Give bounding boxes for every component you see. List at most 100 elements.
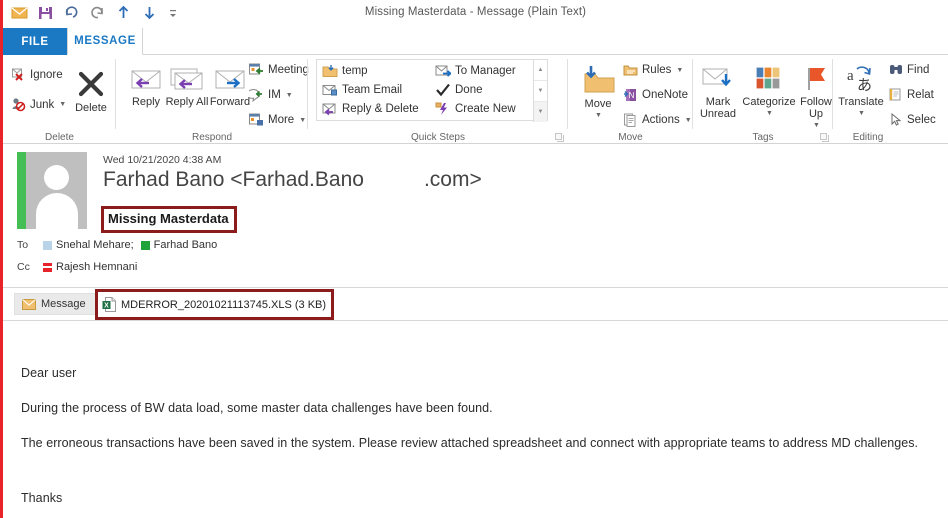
mark-unread-icon bbox=[701, 65, 735, 93]
svg-text:あ: あ bbox=[857, 77, 872, 93]
ribbon-tab-strip: FILE MESSAGE bbox=[3, 28, 948, 55]
chevron-down-icon: ▼ bbox=[858, 110, 865, 117]
rules-button[interactable]: Rules ▼ bbox=[623, 63, 683, 77]
outlook-message-window: Missing Masterdata - Message (Plain Text… bbox=[0, 0, 948, 518]
quick-step-temp[interactable]: temp bbox=[322, 64, 368, 78]
recipient-chip[interactable]: Snehal Mehare; bbox=[43, 239, 134, 251]
im-label: IM bbox=[268, 89, 281, 101]
categorize-button[interactable]: Categorize ▼ bbox=[741, 65, 797, 120]
translate-icon: a あ bbox=[844, 65, 878, 93]
quick-step-create-new-label: Create New bbox=[455, 103, 516, 115]
delete-x-icon bbox=[76, 69, 106, 99]
junk-button[interactable]: Junk ▼ bbox=[11, 97, 66, 112]
message-header: Wed 10/21/2020 4:38 AM Farhad Bano <Farh… bbox=[3, 144, 948, 284]
delete-label: Delete bbox=[75, 102, 107, 114]
meeting-label: Meeting bbox=[268, 64, 309, 76]
junk-icon bbox=[11, 97, 26, 112]
reply-all-label: Reply All bbox=[165, 96, 209, 108]
tab-message[interactable]: MESSAGE bbox=[67, 28, 143, 55]
group-label-respond: Respond bbox=[191, 132, 233, 143]
quick-step-done[interactable]: Done bbox=[435, 83, 483, 97]
body-paragraph: The erroneous transactions have been sav… bbox=[21, 436, 919, 450]
cc-label: Cc bbox=[17, 261, 30, 273]
quick-step-team-email[interactable]: Team Email bbox=[322, 83, 402, 97]
title-bar: Missing Masterdata - Message (Plain Text… bbox=[3, 0, 948, 28]
follow-up-label: Follow Up bbox=[800, 96, 832, 120]
presence-indicator-available bbox=[140, 240, 150, 250]
junk-label: Junk bbox=[30, 98, 55, 111]
svg-text:a: a bbox=[847, 68, 854, 84]
quick-steps-more-icon[interactable]: ▼ bbox=[534, 102, 547, 122]
presence-indicator-available bbox=[17, 152, 26, 229]
chevron-down-icon: ▼ bbox=[285, 91, 293, 99]
reply-label: Reply bbox=[131, 96, 161, 108]
recipient-name: Farhad Bano bbox=[153, 239, 218, 251]
body-paragraph: Dear user bbox=[21, 366, 77, 380]
envelope-icon bbox=[22, 298, 36, 310]
translate-button[interactable]: a あ Translate ▼ bbox=[835, 65, 887, 120]
delete-button[interactable]: Delete bbox=[65, 69, 117, 114]
find-label: Find bbox=[907, 63, 930, 76]
quick-step-temp-label: temp bbox=[342, 65, 368, 77]
quick-step-to-manager-label: To Manager bbox=[455, 65, 516, 77]
im-button[interactable]: IM ▼ bbox=[249, 88, 293, 102]
team-email-icon bbox=[322, 83, 338, 97]
scroll-down-icon[interactable]: ▼ bbox=[534, 81, 547, 102]
more-icon bbox=[249, 113, 264, 127]
translate-label: Translate bbox=[838, 96, 884, 108]
tab-file[interactable]: FILE bbox=[3, 28, 67, 55]
move-folder-icon bbox=[579, 65, 617, 95]
related-button[interactable]: Relat bbox=[889, 88, 934, 101]
group-label-quick-steps: Quick Steps bbox=[411, 132, 465, 143]
to-manager-icon bbox=[435, 64, 451, 78]
quick-step-reply-delete-label: Reply & Delete bbox=[342, 103, 419, 115]
im-icon bbox=[249, 88, 264, 102]
message-subject: Missing Masterdata bbox=[108, 211, 229, 226]
chevron-down-icon: ▼ bbox=[676, 66, 684, 74]
scroll-up-icon[interactable]: ▲ bbox=[534, 60, 547, 81]
select-button[interactable]: Selec bbox=[889, 113, 936, 126]
quick-step-to-manager[interactable]: To Manager bbox=[435, 64, 516, 78]
actions-label: Actions bbox=[642, 114, 680, 126]
to-row: To Snehal Mehare; Farhad Bano bbox=[17, 239, 224, 251]
onenote-icon: N bbox=[623, 88, 638, 102]
ribbon-group-delete: Ignore Junk ▼ Delete Delete bbox=[3, 55, 116, 144]
follow-up-button[interactable]: Follow Up ▼ bbox=[795, 65, 837, 132]
mark-unread-button[interactable]: Mark Unread bbox=[695, 65, 741, 120]
actions-icon bbox=[623, 113, 638, 127]
svg-text:X: X bbox=[104, 303, 109, 310]
recipient-chip[interactable]: Rajesh Hemnani bbox=[43, 261, 137, 273]
chevron-down-icon: ▼ bbox=[813, 122, 820, 129]
sender-avatar[interactable] bbox=[17, 152, 87, 229]
flag-icon bbox=[802, 65, 830, 93]
reply-all-icon bbox=[170, 67, 204, 93]
forward-label: Forward bbox=[209, 96, 251, 108]
recipient-chip[interactable]: Farhad Bano bbox=[140, 239, 218, 251]
body-paragraph: Thanks bbox=[21, 491, 63, 505]
more-button[interactable]: More ▼ bbox=[249, 113, 306, 127]
group-label-tags: Tags bbox=[752, 132, 774, 143]
meeting-button[interactable]: Meeting bbox=[249, 63, 309, 77]
sender-text-prefix: Farhad Bano <Farhad.Bano bbox=[103, 168, 364, 191]
attachment-name[interactable]: MDERROR_20201021113745.XLS (3 KB) bbox=[121, 299, 326, 311]
ribbon-group-tags: Mark Unread Categorize ▼ Follow Up ▼ Tag… bbox=[693, 55, 833, 144]
attachment-bar: Message X MDERROR_20201021113745.XLS (3 … bbox=[3, 287, 948, 321]
more-label: More bbox=[268, 114, 295, 126]
onenote-button[interactable]: N OneNote bbox=[623, 88, 688, 102]
message-body[interactable]: Dear user During the process of BW data … bbox=[3, 321, 948, 518]
ignore-button[interactable]: Ignore bbox=[11, 67, 63, 82]
attachment-annotation-box: X MDERROR_20201021113745.XLS (3 KB) bbox=[95, 289, 335, 320]
move-button[interactable]: Move ▼ bbox=[572, 65, 624, 122]
quick-steps-dialog-launcher[interactable] bbox=[555, 133, 564, 142]
categorize-label: Categorize bbox=[742, 96, 796, 108]
avatar-head bbox=[44, 165, 69, 190]
message-tab-button[interactable]: Message bbox=[14, 293, 97, 315]
actions-button[interactable]: Actions ▼ bbox=[623, 113, 692, 127]
quick-steps-scrollbar[interactable]: ▲ ▼ ▼ bbox=[533, 60, 547, 122]
find-button[interactable]: Find bbox=[889, 63, 929, 76]
quick-step-reply-delete[interactable]: Reply & Delete bbox=[322, 102, 419, 116]
quick-step-create-new[interactable]: Create New bbox=[435, 102, 516, 116]
group-label-editing: Editing bbox=[852, 132, 884, 143]
ribbon-group-editing: a あ Translate ▼ Find Relat Selec Editing bbox=[833, 55, 948, 144]
sender-text-suffix: .com> bbox=[423, 168, 482, 191]
